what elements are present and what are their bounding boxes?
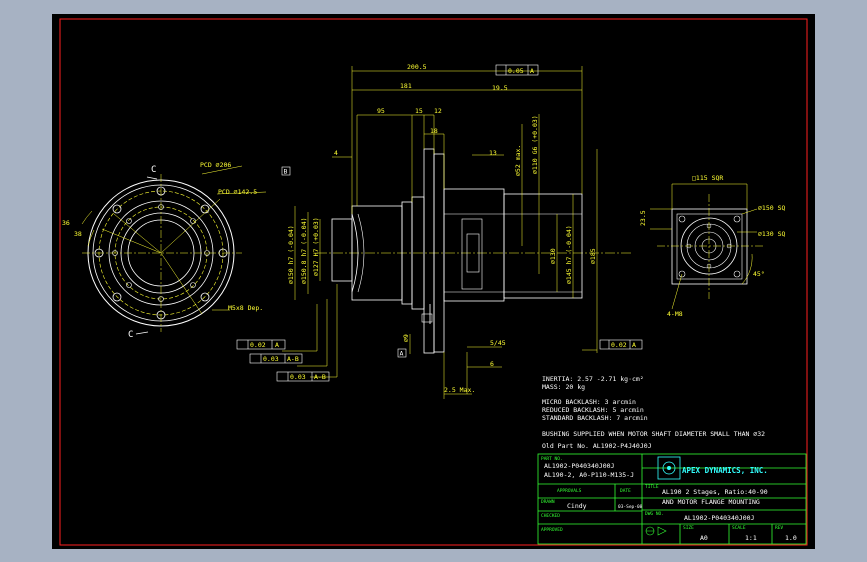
approved-label: APPROVED <box>541 527 563 533</box>
approvals-label: APPROVALS <box>557 488 582 494</box>
scale-label: SCALE <box>732 525 746 531</box>
drawn-by: Cindy <box>567 502 587 510</box>
dim-6: 6 <box>490 360 494 368</box>
part-no-2: AL190-2, A0-P110-M135-J <box>544 471 634 479</box>
dim-5-45: 5/45 <box>490 339 506 347</box>
pcd-142-label: PCD ⌀142.5 <box>218 188 257 196</box>
svg-text:0.03: 0.03 <box>263 355 279 363</box>
datum-b-label: B <box>284 168 288 176</box>
svg-text:0.02: 0.02 <box>611 341 627 349</box>
datum-a-label: A <box>400 350 404 358</box>
dwg-no: AL1902-P040340J00J <box>684 514 755 522</box>
title-label: TITLE <box>645 484 659 490</box>
dim-150-right: ⌀150 SQ <box>758 204 785 212</box>
end-view <box>650 183 764 310</box>
drawn-date: 03-Sep-08 <box>618 504 643 510</box>
fcf-1: 0.02 A <box>236 339 286 350</box>
size-label: SIZE <box>683 525 694 531</box>
svg-text:A: A <box>632 341 636 349</box>
dim-115-sqr: □115 SQR <box>692 174 723 182</box>
checked-label: CHECKED <box>541 513 560 519</box>
svg-text:0.02: 0.02 <box>250 341 266 349</box>
note-inertia: INERTIA: 2.57 -2.71 kg·cm² <box>542 375 644 383</box>
pcd-206-label: PCD ⌀206 <box>200 161 231 169</box>
side-view <box>282 66 632 399</box>
angle-36-label: 36 <box>62 219 70 227</box>
dim-dia-52: ⌀52 max. <box>514 145 522 176</box>
svg-text:A-B: A-B <box>287 355 299 363</box>
dim-45-deg: 45° <box>753 270 765 278</box>
dim-23-5: 23.5 <box>639 210 647 226</box>
dim-181: 181 <box>400 82 412 90</box>
hole-spec-label: M5x8 Dep. <box>228 304 263 312</box>
angle-38-label: 38 <box>74 230 82 238</box>
drawing-canvas: PCD ⌀206 PCD ⌀142.5 36 38 M5x8 Dep. C C <box>59 18 808 546</box>
note-mass: MASS: 20 kg <box>542 383 585 391</box>
dim-15: 15 <box>415 107 423 115</box>
svg-text:A: A <box>275 341 279 349</box>
svg-text:A-B: A-B <box>314 373 326 381</box>
notes-block: INERTIA: 2.57 -2.71 kg·cm² MASS: 20 kg M… <box>542 375 765 450</box>
cad-viewport[interactable]: PCD ⌀206 PCD ⌀142.5 36 38 M5x8 Dep. C C <box>52 14 815 549</box>
note-old-part: Old Part No. AL1902-P4J40J0J <box>542 442 652 450</box>
dim-dia-9: ⌀9 <box>402 334 410 342</box>
note-standard: STANDARD BACKLASH: 7 arcmin <box>542 414 648 422</box>
dim-12: 12 <box>434 107 442 115</box>
dim-dia-130: ⌀130 <box>549 248 557 264</box>
dim-dia-145: ⌀145 h7 (-0.04) <box>565 225 573 284</box>
dim-dia-185: ⌀185 <box>589 248 597 264</box>
rev-value: 1.0 <box>785 534 797 542</box>
note-bushing: BUSHING SUPPLIED WHEN MOTOR SHAFT DIAMET… <box>542 430 765 438</box>
note-micro: MICRO BACKLASH: 3 arcmin <box>542 398 636 406</box>
date-label: DATE <box>620 488 631 494</box>
dwg-no-label: DWG NO. <box>645 511 664 517</box>
size-value: A0 <box>700 534 708 542</box>
fcf-right: 0.02 A <box>599 339 643 350</box>
svg-text:0.05: 0.05 <box>508 67 524 75</box>
drawn-label: DRAWN <box>541 499 555 505</box>
dim-18: 18 <box>430 127 438 135</box>
rev-label: REV <box>775 525 783 531</box>
svg-text:A: A <box>530 67 534 75</box>
dim-dia-150h7: ⌀150 h7 (-0.04) <box>287 225 295 284</box>
company-name: APEX DYNAMICS, INC. <box>682 466 768 475</box>
dim-dia-150-8: ⌀150.8 h7 (-0.04) <box>300 217 308 284</box>
svg-text:0.03: 0.03 <box>290 373 306 381</box>
scale-value: 1:1 <box>745 534 757 542</box>
dim-4-m8: 4-M8 <box>667 310 683 318</box>
fcf-3: 0.03 A-B <box>276 371 330 382</box>
dim-dia-110-g6: ⌀110 G6 (+0.03) <box>531 115 539 174</box>
company-logo <box>645 456 681 536</box>
dim-overall: 200.5 <box>407 63 427 71</box>
dim-2-5: 2.5 Max. <box>444 386 475 394</box>
dim-13: 13 <box>489 149 497 157</box>
dim-dia-127: ⌀127 H7 (+0.03) <box>312 217 320 276</box>
title-line-1: AL190 2 Stages, Ratio:40-90 <box>662 488 768 496</box>
fcf-2: 0.03 A-B <box>249 353 303 364</box>
dim-4: 4 <box>334 149 338 157</box>
note-reduced: REDUCED BACKLASH: 5 arcmin <box>542 406 644 414</box>
section-c-bottom: C <box>128 330 133 340</box>
dim-95: 95 <box>377 107 385 115</box>
section-c-top: C <box>151 165 156 175</box>
title-line-2: AND MOTOR FLANGE MOUNTING <box>662 498 760 506</box>
fcf-top: 0.05 A <box>495 64 539 76</box>
dim-130-right: ⌀130 SQ <box>758 230 785 238</box>
dim-19-5: 19.5 <box>492 84 508 92</box>
part-no-1: AL1902-P040340J00J <box>544 462 615 470</box>
